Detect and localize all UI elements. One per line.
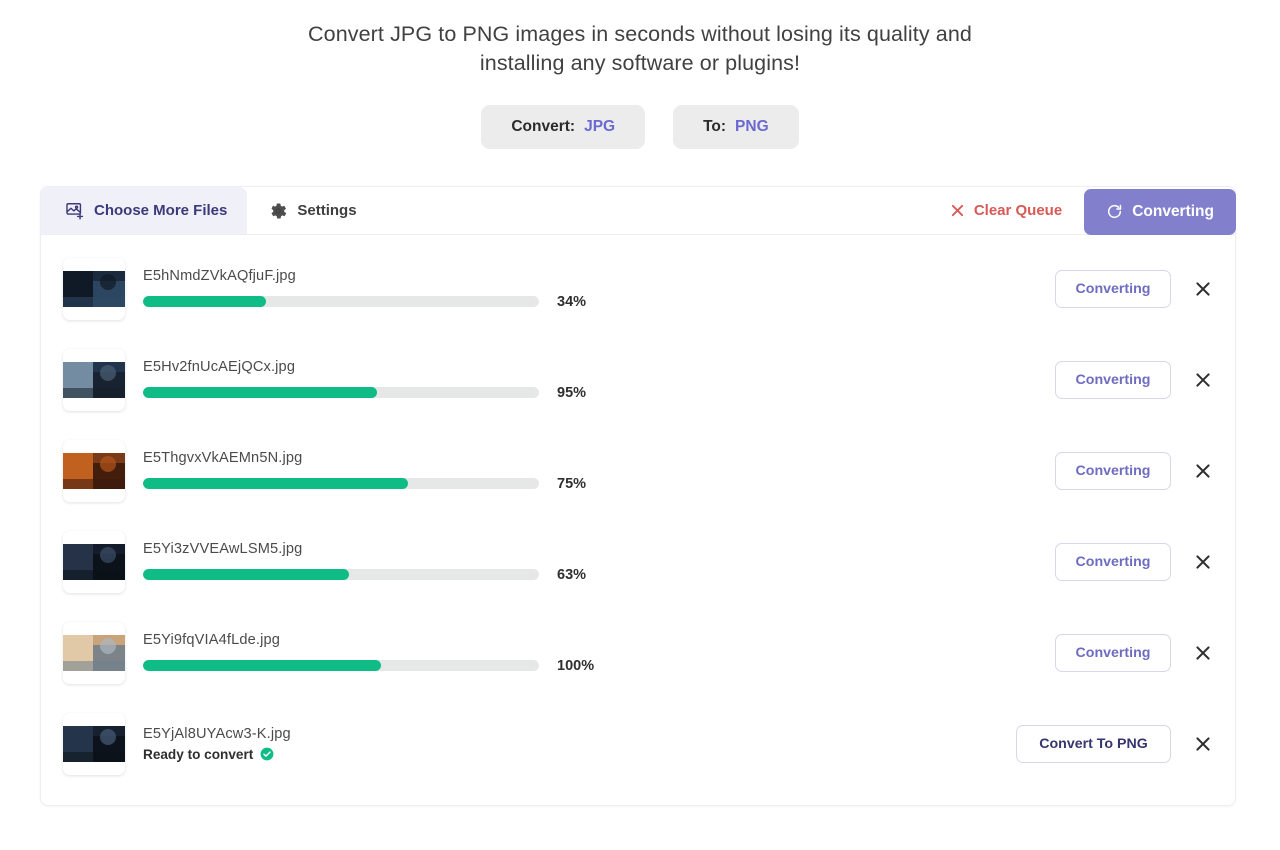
file-name: E5ThgvxVkAEMn5N.jpg — [143, 449, 303, 466]
file-info: E5ThgvxVkAEMn5N.jpg 75% — [125, 450, 1055, 492]
file-info: E5hNmdZVkAQfjuF.jpg 34% — [125, 268, 1055, 310]
file-converting-button[interactable]: Converting — [1055, 542, 1171, 581]
remove-file-button[interactable] — [1189, 275, 1217, 303]
progress-bar — [143, 569, 539, 580]
progress-bar — [143, 478, 539, 489]
progress-line: 34% — [143, 294, 1055, 310]
file-info: E5Yi3zVVEAwLSM5.jpg 63% — [125, 541, 1055, 583]
file-thumbnail — [63, 712, 125, 775]
image-plus-icon — [65, 201, 84, 220]
convert-from-label: Convert: — [511, 118, 576, 135]
convert-from-chip[interactable]: Convert: JPG — [481, 105, 646, 149]
convert-to-label: To: — [703, 118, 727, 135]
convert-to-chip[interactable]: To: PNG — [673, 105, 799, 149]
progress-bar — [143, 660, 539, 671]
file-converting-button[interactable]: Converting — [1055, 360, 1171, 399]
remove-file-button[interactable] — [1189, 366, 1217, 394]
progress-bar — [143, 387, 539, 398]
gear-icon — [269, 202, 287, 220]
file-row: E5Yi3zVVEAwLSM5.jpg 63% Converting — [41, 516, 1235, 607]
file-thumbnail — [63, 439, 125, 502]
queue-toolbar: Choose More Files Settings Clear Queue C… — [41, 187, 1236, 235]
refresh-spinner-icon — [1106, 203, 1123, 220]
ready-status: Ready to convert — [143, 747, 1016, 762]
ready-status-label: Ready to convert — [143, 746, 254, 762]
convert-to-value: PNG — [735, 118, 769, 135]
file-converting-button[interactable]: Converting — [1055, 269, 1171, 308]
file-name: E5YjAl8UYAcw3-K.jpg — [143, 725, 291, 742]
clear-queue-button[interactable]: Clear Queue — [950, 202, 1062, 219]
file-thumbnail — [63, 621, 125, 684]
progress-percent-label: 63% — [557, 566, 587, 583]
close-icon — [950, 203, 965, 218]
queue-panel: Choose More Files Settings Clear Queue C… — [40, 186, 1236, 806]
progress-percent-label: 34% — [557, 293, 587, 310]
format-selector-row: Convert: JPG To: PNG — [0, 105, 1280, 149]
converting-button-label: Converting — [1132, 202, 1214, 220]
convert-from-value: JPG — [584, 118, 616, 135]
converting-button[interactable]: Converting — [1084, 188, 1236, 235]
file-info: E5YjAl8UYAcw3-K.jpg Ready to convert — [125, 726, 1016, 762]
progress-line: 95% — [143, 385, 1055, 401]
toolbar-right-actions: Clear Queue Converting — [950, 187, 1236, 235]
tab-choose-more-files[interactable]: Choose More Files — [41, 187, 248, 234]
file-name: E5hNmdZVkAQfjuF.jpg — [143, 267, 296, 284]
progress-bar — [143, 296, 539, 307]
file-row: E5hNmdZVkAQfjuF.jpg 34% Converting — [41, 243, 1235, 334]
remove-file-button[interactable] — [1189, 639, 1217, 667]
file-row: E5ThgvxVkAEMn5N.jpg 75% Converting — [41, 425, 1235, 516]
file-thumbnail — [63, 530, 125, 593]
remove-file-button[interactable] — [1189, 730, 1217, 758]
file-converting-button[interactable]: Converting — [1055, 451, 1171, 490]
file-row: E5YjAl8UYAcw3-K.jpg Ready to convert Conve… — [41, 698, 1235, 789]
file-row-actions: Converting — [1055, 269, 1217, 308]
check-circle-icon — [260, 747, 274, 761]
clear-queue-label: Clear Queue — [973, 202, 1063, 219]
file-row-actions: Converting — [1055, 542, 1217, 581]
file-row-actions: Converting — [1055, 360, 1217, 399]
file-row-actions: Convert To PNG — [1016, 724, 1217, 763]
convert-to-png-button[interactable]: Convert To PNG — [1016, 724, 1171, 763]
file-converting-button[interactable]: Converting — [1055, 633, 1171, 672]
file-row-actions: Converting — [1055, 633, 1217, 672]
page-root: Convert JPG to PNG images in seconds wit… — [0, 0, 1280, 850]
file-name: E5Yi9fqVIA4fLde.jpg — [143, 631, 280, 648]
progress-percent-label: 75% — [557, 475, 587, 492]
progress-line: 63% — [143, 567, 1055, 583]
tab-settings-label: Settings — [297, 202, 357, 219]
file-row: E5Hv2fnUcAEjQCx.jpg 95% Converting — [41, 334, 1235, 425]
file-info: E5Yi9fqVIA4fLde.jpg 100% — [125, 632, 1055, 674]
progress-percent-label: 95% — [557, 384, 587, 401]
file-info: E5Hv2fnUcAEjQCx.jpg 95% — [125, 359, 1055, 401]
progress-line: 75% — [143, 476, 1055, 492]
file-row: E5Yi9fqVIA4fLde.jpg 100% Converting — [41, 607, 1235, 698]
file-name: E5Yi3zVVEAwLSM5.jpg — [143, 540, 303, 557]
file-thumbnail — [63, 257, 125, 320]
remove-file-button[interactable] — [1189, 457, 1217, 485]
tab-choose-more-files-label: Choose More Files — [94, 202, 228, 219]
progress-line: 100% — [143, 658, 1055, 674]
file-thumbnail — [63, 348, 125, 411]
tab-settings[interactable]: Settings — [247, 187, 376, 234]
progress-percent-label: 100% — [557, 657, 595, 674]
file-name: E5Hv2fnUcAEjQCx.jpg — [143, 358, 296, 375]
file-queue-list: E5hNmdZVkAQfjuF.jpg 34% Converting E5Hv2fnU… — [41, 235, 1235, 789]
file-row-actions: Converting — [1055, 451, 1217, 490]
remove-file-button[interactable] — [1189, 548, 1217, 576]
page-headline: Convert JPG to PNG images in seconds wit… — [308, 22, 972, 75]
